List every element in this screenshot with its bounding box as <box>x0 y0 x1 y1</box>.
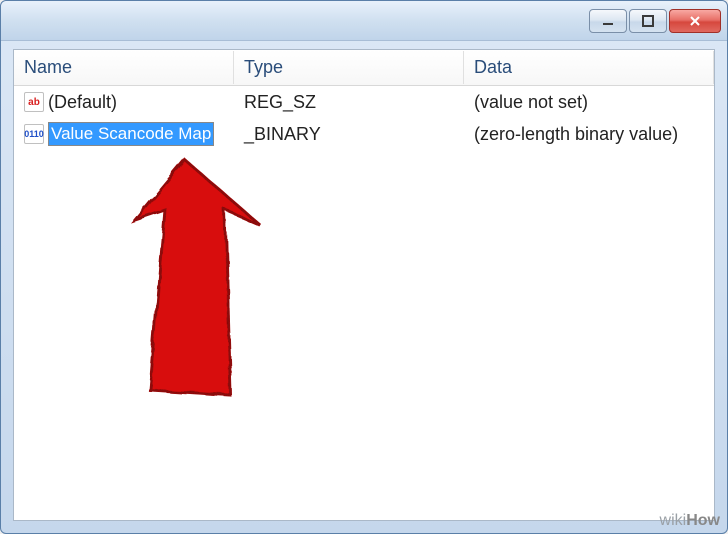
table-row[interactable]: ab (Default) REG_SZ (value not set) <box>14 86 714 118</box>
binary-value-icon: 0110 <box>24 124 44 144</box>
watermark: wikiHow <box>660 512 720 530</box>
maximize-button[interactable] <box>629 9 667 33</box>
window-controls <box>589 9 721 33</box>
value-type-cell: REG_SZ <box>234 92 464 113</box>
minimize-icon <box>602 15 614 27</box>
rename-input[interactable]: Value Scancode Map <box>48 122 214 146</box>
table-header: Name Type Data <box>14 50 714 86</box>
value-name-cell: 0110 Value Scancode Map <box>14 122 234 146</box>
value-type-cell: _BINARY <box>234 124 464 145</box>
value-name-label: (Default) <box>48 92 117 113</box>
table-row[interactable]: 0110 Value Scancode Map _BINARY (zero-le… <box>14 118 714 150</box>
maximize-icon <box>642 15 654 27</box>
value-data-cell: (value not set) <box>464 92 714 113</box>
column-header-name[interactable]: Name <box>14 51 234 84</box>
watermark-how: How <box>686 512 720 529</box>
value-data-cell: (zero-length binary value) <box>464 124 714 145</box>
watermark-wiki: wiki <box>660 512 687 529</box>
titlebar <box>1 1 727 41</box>
value-name-cell: ab (Default) <box>14 92 234 113</box>
close-icon <box>688 14 702 28</box>
string-value-icon: ab <box>24 92 44 112</box>
registry-values-panel: Name Type Data ab (Default) REG_SZ (valu… <box>13 49 715 521</box>
column-header-type[interactable]: Type <box>234 51 464 84</box>
window-frame: Name Type Data ab (Default) REG_SZ (valu… <box>0 0 728 534</box>
column-header-data[interactable]: Data <box>464 51 714 84</box>
close-button[interactable] <box>669 9 721 33</box>
minimize-button[interactable] <box>589 9 627 33</box>
